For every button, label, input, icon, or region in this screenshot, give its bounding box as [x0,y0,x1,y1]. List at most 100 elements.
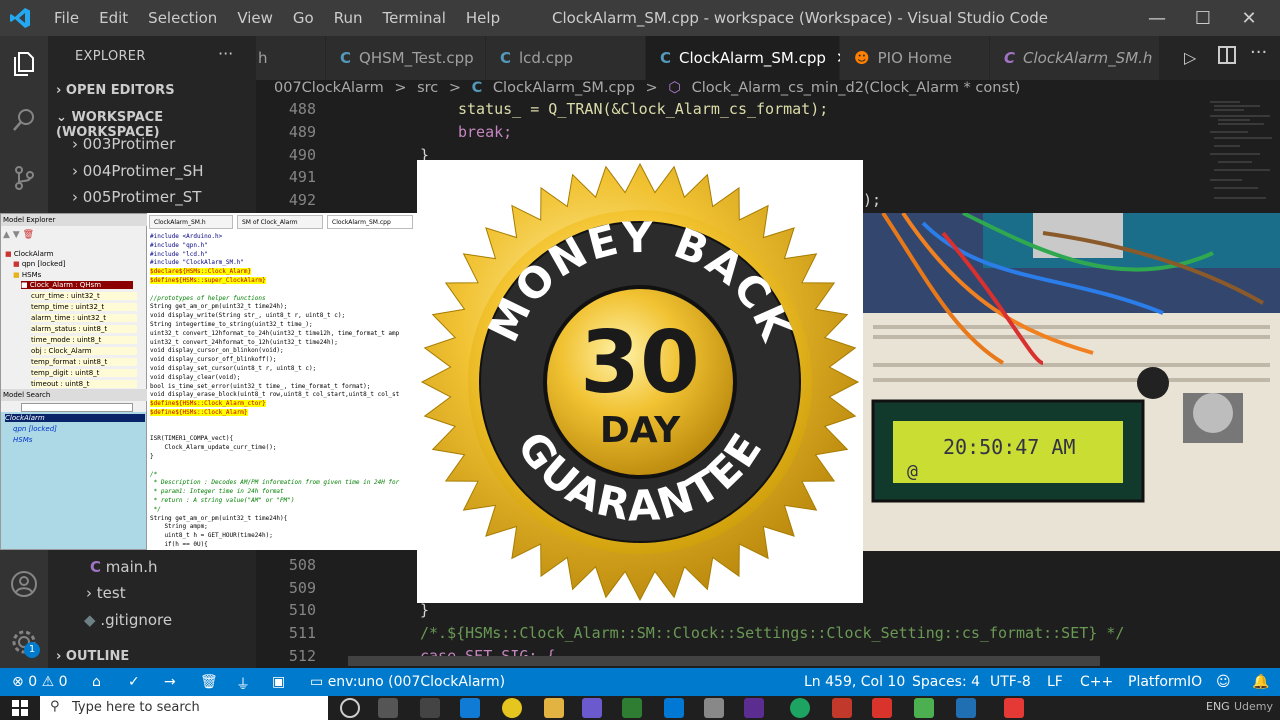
menu-run[interactable]: Run [324,9,373,27]
indentation[interactable]: Spaces: 4 [912,674,980,690]
tab-clockalarm-cpp[interactable]: CClockAlarm_SM.cpp✕ [646,36,849,80]
tree-item[interactable]: curr_time : uint32_t [31,292,137,300]
tree-item[interactable]: temp_time : uint32_t [31,303,137,311]
search-icon[interactable] [8,104,40,136]
app-icon[interactable] [704,698,724,718]
menu-view[interactable]: View [227,9,283,27]
plug-icon[interactable]: ⏚ [236,674,250,694]
clean-trash-icon[interactable]: 🗑 [200,674,218,690]
folder-item[interactable]: › 003Protimer [72,135,175,153]
split-editor-icon[interactable] [1218,46,1236,64]
tree-item[interactable]: ■ HSMs [13,271,41,279]
model-search-input[interactable] [21,403,133,412]
app-icon[interactable] [622,698,642,718]
windows-start-icon[interactable] [12,700,28,716]
tree-item[interactable]: temp_digit : uint8_t [31,369,137,377]
notifications-bell-icon[interactable]: 🔔 [1252,674,1269,690]
qm-code-line: uint32_t convert_24hformat_to_12h(uint32… [150,338,338,346]
more-actions-button[interactable]: ··· [218,44,233,63]
folder-item[interactable]: › 004Protimer_SH [72,162,204,180]
folder-item[interactable]: › 005Protimer_ST [72,188,201,206]
app-icon[interactable] [872,698,892,718]
account-icon[interactable] [8,568,40,600]
upload-arrow-icon[interactable]: → [164,674,176,690]
tree-item[interactable]: obj : Clock_Alarm [31,347,137,355]
terminal-icon[interactable]: ▣ [272,674,285,690]
grammarly-icon[interactable] [790,698,810,718]
powerpoint-icon[interactable] [832,698,852,718]
breadcrumb-symbol[interactable]: Clock_Alarm_cs_min_d2(Clock_Alarm * cons… [692,80,1021,96]
tree-item[interactable]: alarm_status : uint8_t [31,325,137,333]
menu-terminal[interactable]: Terminal [373,9,456,27]
run-icon[interactable]: ▷ [1184,48,1196,67]
status-bar: ⊗ 0 ⚠ 0 ⌂ ✓ → 🗑 ⏚ ▣ ▭ env:uno (007ClockA… [0,668,1280,696]
qm-tab[interactable]: ClockAlarm_SM.h [149,215,233,229]
problems-indicator[interactable]: ⊗ 0 ⚠ 0 [12,674,68,690]
maximize-button[interactable]: ☐ [1180,0,1226,36]
home-icon[interactable]: ⌂ [92,674,101,690]
more-actions-icon[interactable]: ··· [1250,42,1267,63]
cortana-icon[interactable] [340,698,360,718]
tree-item[interactable]: alarm_time : uint32_t [31,314,137,322]
app-n-icon[interactable] [420,698,440,718]
tree-item[interactable]: ■ ClockAlarm [5,250,53,258]
minimize-button[interactable]: — [1134,0,1180,36]
app-icon[interactable] [664,698,684,718]
menu-file[interactable]: File [44,9,89,27]
env-selector[interactable]: ▭ env:uno (007ClockAlarm) [310,674,505,690]
build-check-icon[interactable]: ✓ [128,674,140,690]
app-icon[interactable] [582,698,602,718]
menu-go[interactable]: Go [283,9,324,27]
menu-selection[interactable]: Selection [138,9,227,27]
chevron-right-icon: › [72,162,83,180]
breadcrumb-src[interactable]: src [417,80,438,96]
app-icon[interactable] [1004,698,1024,718]
encoding[interactable]: UTF-8 [990,674,1031,690]
file-item[interactable]: C main.h [90,558,158,576]
delete-icon[interactable]: 🗑 [23,230,34,240]
edge-icon[interactable] [460,698,480,718]
feedback-icon[interactable]: ☺ [1216,674,1231,690]
language-indicator[interactable]: ENG [1206,700,1230,713]
folder-item[interactable]: › test [86,584,126,602]
tree-item[interactable]: temp_format : uint8_t [31,358,137,366]
source-control-icon[interactable] [8,162,40,194]
tab-lcd[interactable]: Clcd.cpp [486,36,646,80]
app-icon[interactable] [914,698,934,718]
qm-tab-active[interactable]: ClockAlarm_SM.cpp [327,215,413,229]
breadcrumb-file[interactable]: ClockAlarm_SM.cpp [493,80,635,96]
app-icon[interactable] [744,698,764,718]
tree-item[interactable]: qpn [locked] [13,425,57,433]
eol[interactable]: LF [1047,674,1063,690]
close-window-button[interactable]: ✕ [1226,0,1272,36]
tab-pio-home[interactable]: ☻ PIO Home [840,36,990,80]
tree-item[interactable]: time_mode : uint8_t [31,336,137,344]
file-item[interactable]: ◆ .gitignore [84,611,172,629]
chrome-icon[interactable] [502,698,522,718]
explorer-icon[interactable] [8,48,40,80]
cursor-position[interactable]: Ln 459, Col 10 [804,674,905,690]
menu-edit[interactable]: Edit [89,9,138,27]
tree-item-selected[interactable]: ■ Clock_Alarm : QHsm [21,281,133,289]
horizontal-scrollbar[interactable] [348,656,1100,666]
model-toolbar: ▲ ▼ 🗑 [3,230,35,240]
tree-item[interactable]: HSMs [13,436,32,444]
file-explorer-icon[interactable] [544,698,564,718]
outline-section[interactable]: › OUTLINE [56,649,129,664]
open-editors-section[interactable]: › OPEN EDITORS [56,83,175,98]
tab-label: QHSM_Test.cpp [359,49,474,67]
menu-help[interactable]: Help [456,9,510,27]
tab-qhsm-test[interactable]: C QHSM_Test.cpp [326,36,486,80]
tab-partial[interactable]: h [256,36,326,80]
task-view-icon[interactable] [378,698,398,718]
breadcrumb-folder[interactable]: 007ClockAlarm [274,80,384,96]
language-mode[interactable]: C++ [1080,674,1113,690]
tree-item[interactable]: ■ qpn [locked] [13,260,66,268]
qm-tab[interactable]: SM of Clock_Alarm [237,215,323,229]
taskbar-search-input[interactable]: ⚲ Type here to search [40,696,328,720]
platformio-status[interactable]: PlatformIO [1128,674,1202,690]
tree-item[interactable]: timeout : uint8_t [31,380,137,388]
tree-item-selected[interactable]: ClockAlarm [5,414,145,422]
vscode-taskbar-icon[interactable] [956,698,976,718]
tab-clockalarm-h[interactable]: C ClockAlarm_SM.h [990,36,1160,80]
